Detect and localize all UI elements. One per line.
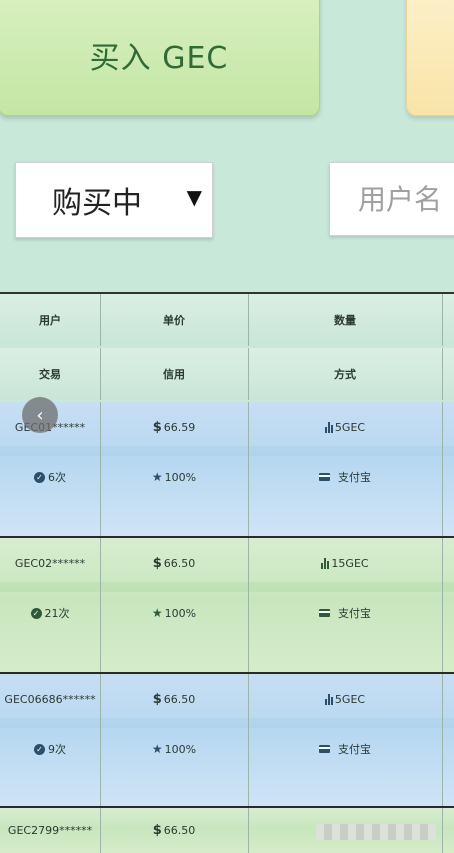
- row-method: 支付宝: [248, 452, 442, 502]
- row-quantity: 5GEC: [248, 402, 442, 452]
- row-method: 支付宝: [248, 588, 442, 638]
- row-price: $66.50: [152, 823, 196, 838]
- row-method: 支付宝: [248, 724, 442, 774]
- header-credit: 信用: [163, 368, 185, 381]
- check-circle-icon: ✓: [34, 743, 45, 755]
- username-search-field[interactable]: [329, 162, 454, 236]
- star-icon: ★: [151, 606, 163, 620]
- username-input[interactable]: [358, 182, 454, 216]
- back-button[interactable]: ‹: [22, 397, 58, 433]
- header-trades: 交易: [39, 368, 61, 381]
- buy-gec-label: 买入 GEC: [89, 41, 229, 76]
- table-header-row-2: 交易 信用 方式: [0, 348, 454, 400]
- row-price: $66.59: [152, 419, 196, 435]
- row-price: $66.50: [152, 691, 196, 707]
- bar-chart-icon: [324, 693, 333, 705]
- check-circle-icon: ✓: [30, 607, 42, 619]
- watermark-blur: [316, 824, 436, 840]
- header-price: 单价: [163, 314, 185, 327]
- header-method: 方式: [334, 368, 356, 381]
- row-trades: ✓ 9次: [0, 724, 100, 774]
- card-icon: [319, 609, 330, 617]
- card-icon: [319, 473, 330, 481]
- row-quantity: 5GEC: [248, 674, 442, 724]
- sell-gec-button[interactable]: [406, 0, 454, 116]
- buy-gec-button[interactable]: 买入 GEC: [0, 0, 320, 116]
- table-row[interactable]: GEC02****** $66.50 15GEC ✓ 21次 ★ 100% 支付宝: [0, 538, 454, 672]
- row-user: GEC06686******: [4, 692, 96, 706]
- table-row[interactable]: GEC01****** $66.59 5GEC ✓6次 ★100% 支付宝: [0, 402, 454, 536]
- card-icon: [319, 745, 330, 753]
- row-credit: ★ 100%: [151, 470, 197, 484]
- status-select-value: 购买中: [52, 186, 142, 221]
- row-trades: ✓ 6次: [0, 452, 100, 502]
- row-user: GEC02******: [14, 556, 86, 570]
- star-icon: ★: [151, 470, 163, 484]
- check-circle-icon: ✓: [34, 471, 45, 483]
- row-credit: ★ 100%: [151, 606, 197, 620]
- header-user: 用户: [39, 314, 61, 327]
- dropdown-arrow-icon: ▼: [186, 185, 202, 209]
- bar-chart-icon: [321, 557, 330, 569]
- row-price: $66.50: [152, 555, 196, 571]
- header-quantity: 数量: [334, 314, 356, 327]
- chevron-left-icon: ‹: [36, 404, 44, 426]
- bar-chart-icon: [324, 421, 333, 433]
- status-select[interactable]: 购买中 ▼: [15, 162, 213, 238]
- row-quantity: 15GEC: [248, 538, 442, 588]
- row-trades: ✓ 21次: [0, 588, 100, 638]
- table-row[interactable]: GEC06686****** $66.50 5GEC ✓ 9次 ★ 100% 支付宝: [0, 674, 454, 808]
- star-icon: ★: [151, 742, 163, 756]
- table-header-row-1: 用户 单价 数量: [0, 294, 454, 346]
- row-user: GEC2799******: [7, 824, 93, 837]
- row-credit: ★ 100%: [151, 742, 197, 756]
